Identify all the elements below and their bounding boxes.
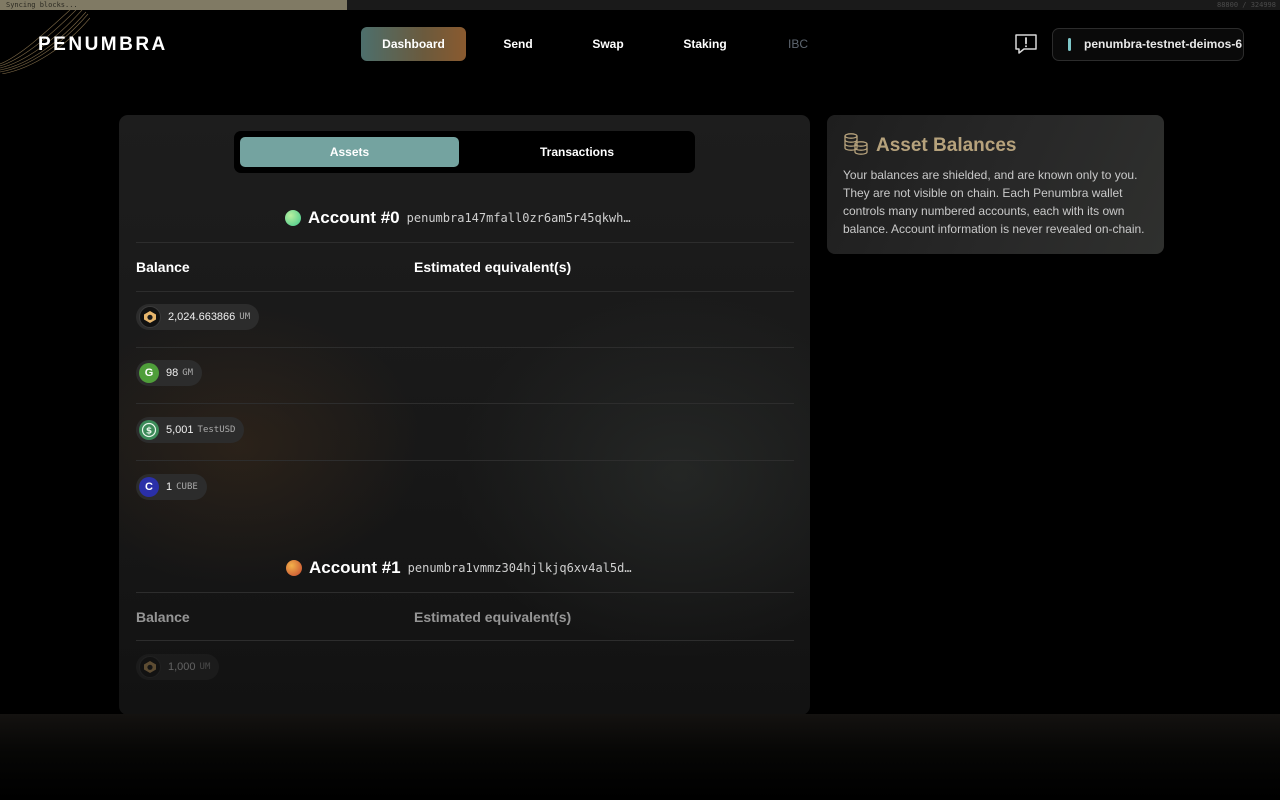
equivalent-column-header: Estimated equivalent(s) [414,259,572,275]
divider [136,592,794,593]
account-0-header: Account #0 penumbra147mfall0zr6am5r45qkw… [285,208,631,228]
asset-balance-cube[interactable]: C 1 CUBE [136,474,207,500]
divider [136,640,794,641]
asset-amount: 2,024.663866 [168,311,236,323]
asset-symbol: CUBE [176,482,198,492]
asset-balance-gm[interactable]: G 98 GM [136,360,203,386]
asset-amount: 1,000 [168,661,196,673]
cube-token-icon: C [139,477,159,497]
tab-transactions[interactable]: Transactions [465,137,689,167]
equivalent-column-header: Estimated equivalent(s) [414,609,572,625]
account-1-title: Account #1 [309,558,401,577]
sync-block-count: 88800 / 324998 [1216,1,1276,9]
account-1-avatar [286,560,302,576]
footer-shade [0,714,1280,800]
gm-token-icon: G [139,363,159,383]
asset-balance-um[interactable]: 1,000 UM [136,654,220,680]
asset-amount: 1 [166,481,173,493]
asset-balance-testusd[interactable]: $ 5,001 TestUSD [136,417,245,443]
assets-panel: Assets Transactions Account #0 penumbra1… [119,115,810,715]
asset-symbol: UM [199,662,211,672]
info-card-body: Your balances are shielded, and are know… [843,168,1145,236]
info-card-title: Asset Balances [876,135,1017,156]
coins-stack-icon [844,133,868,155]
asset-balances-info-card: Asset Balances Your balances are shielde… [827,115,1164,254]
asset-amount: 5,001 [166,424,194,436]
penumbra-logo[interactable]: PENUMBRA [38,34,168,56]
divider [136,403,794,404]
divider [136,460,794,461]
assets-tab-bar: Assets Transactions [234,131,695,173]
nav-swap[interactable]: Swap [576,27,640,61]
penumbra-um-icon [139,306,161,328]
balance-column-header: Balance [136,609,190,625]
asset-symbol: UM [239,312,251,322]
asset-symbol: TestUSD [197,425,236,435]
nav-dashboard[interactable]: Dashboard [361,27,466,61]
dollar-coin-icon: $ [139,420,159,440]
asset-symbol: GM [182,368,194,378]
chain-status-button[interactable]: penumbra-testnet-deimos-6 [1052,28,1244,61]
balance-column-header: Balance [136,259,190,275]
nav-staking[interactable]: Staking [668,27,742,61]
asset-amount: 98 [166,367,179,379]
nav-ibc[interactable]: IBC [770,27,826,61]
tab-assets[interactable]: Assets [240,137,459,167]
sync-status-text: Syncing blocks... [6,1,78,9]
divider [136,291,794,292]
feedback-alert-icon[interactable] [1014,33,1038,55]
divider [136,242,794,243]
sync-progress-bar: Syncing blocks... 88800 / 324998 [0,0,1280,10]
chain-status-indicator [1068,38,1071,51]
penumbra-um-icon [139,656,161,678]
divider [136,347,794,348]
nav-send[interactable]: Send [486,27,550,61]
account-1-address[interactable]: penumbra1vmmz304hjlkjq6xv4al5d… [408,561,632,575]
svg-text:$: $ [146,426,152,436]
account-1-header: Account #1 penumbra1vmmz304hjlkjq6xv4al5… [286,558,632,578]
account-0-title: Account #0 [308,208,400,227]
account-0-address[interactable]: penumbra147mfall0zr6am5r45qkwh… [407,211,631,225]
chain-name: penumbra-testnet-deimos-6 [1084,37,1243,51]
account-0-avatar [285,210,301,226]
asset-balance-um[interactable]: 2,024.663866 UM [136,304,260,330]
